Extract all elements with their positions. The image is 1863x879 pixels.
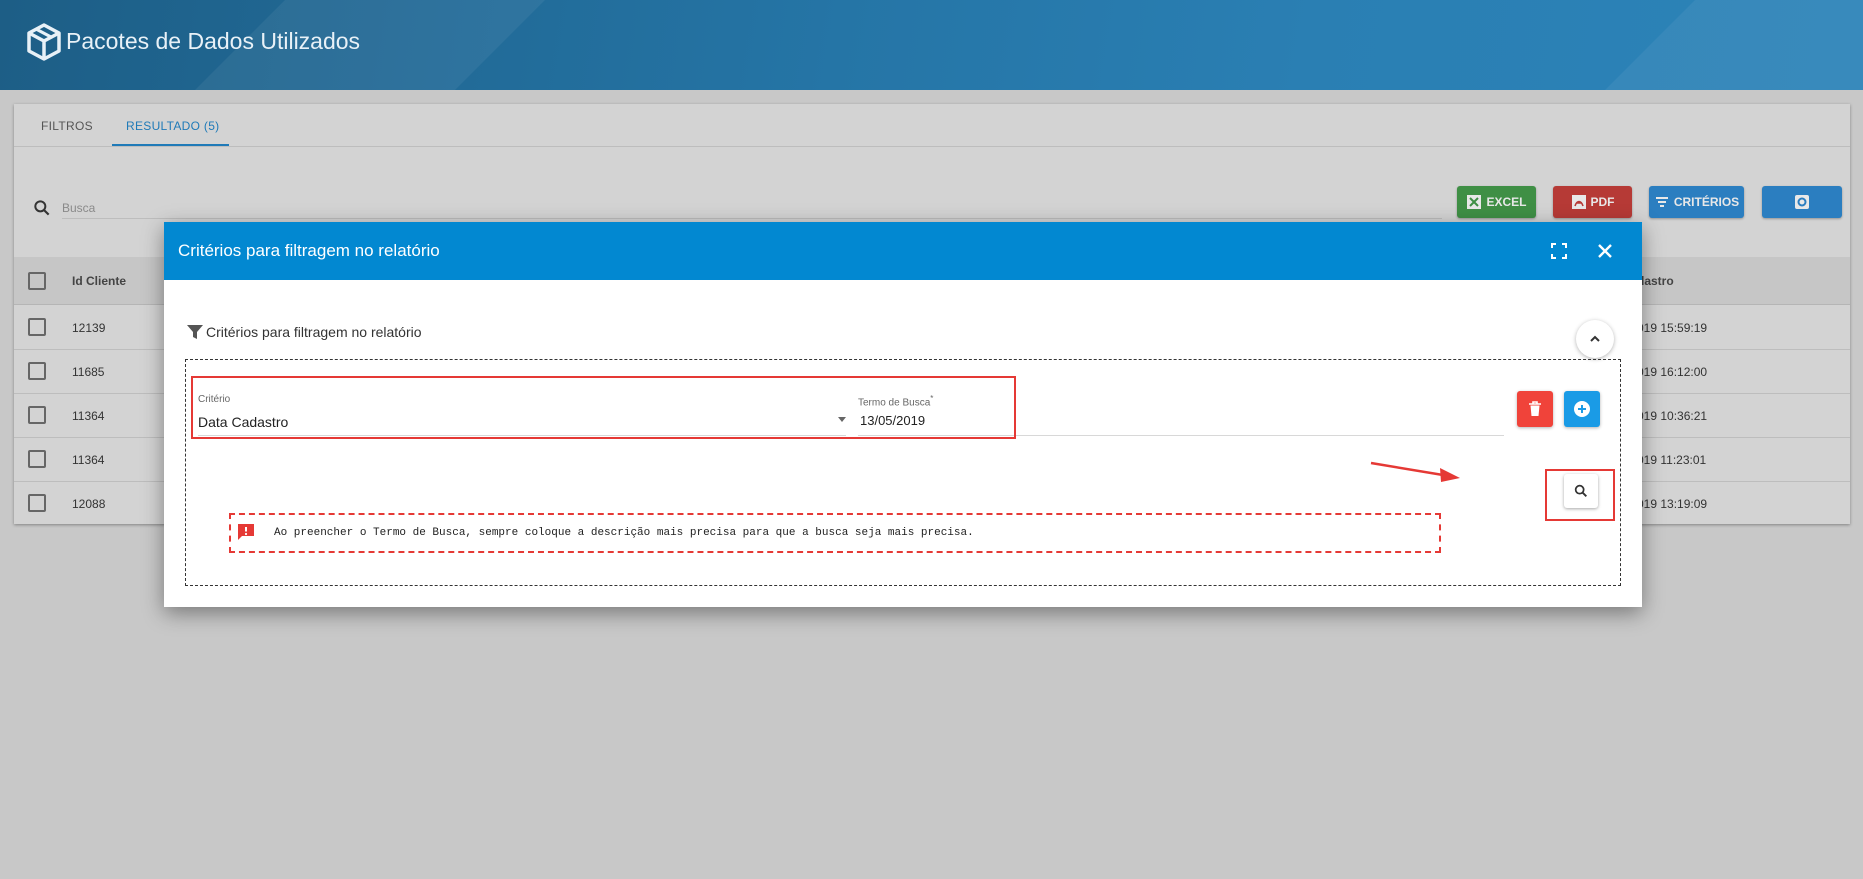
pdf-button-label: PDF xyxy=(1590,195,1615,209)
trash-icon xyxy=(1529,401,1541,416)
settings-button[interactable] xyxy=(1762,186,1842,218)
row-checkbox[interactable] xyxy=(28,494,46,512)
cell-data-cadastro: 019 10:36:21 xyxy=(1637,409,1708,423)
cell-data-cadastro: 019 15:59:19 xyxy=(1637,321,1708,335)
hint-text: Ao preencher o Termo de Busca, sempre co… xyxy=(274,527,974,539)
cell-data-cadastro: 019 13:19:09 xyxy=(1637,497,1708,511)
add-circle-icon xyxy=(1574,401,1590,417)
tab-resultado[interactable]: RESULTADO (5) xyxy=(126,119,219,133)
search-icon xyxy=(34,200,50,216)
excel-button-label: EXCEL xyxy=(1486,195,1527,209)
tab-filtros[interactable]: FILTROS xyxy=(41,119,93,133)
excel-icon xyxy=(1467,195,1482,209)
export-excel-button[interactable]: EXCEL xyxy=(1457,186,1536,218)
modal-header: Critérios para filtragem no relatório xyxy=(164,222,1642,280)
collapse-button[interactable] xyxy=(1576,320,1614,358)
row-checkbox[interactable] xyxy=(28,450,46,468)
header-decoration xyxy=(1605,0,1863,90)
row-checkbox[interactable] xyxy=(28,406,46,424)
section-header: Critérios para filtragem no relatório xyxy=(186,323,422,341)
chevron-up-icon xyxy=(1590,335,1600,342)
row-checkbox[interactable] xyxy=(28,362,46,380)
app-header: Pacotes de Dados Utilizados xyxy=(0,0,1863,90)
row-checkbox[interactable] xyxy=(28,318,46,336)
search-input[interactable] xyxy=(62,197,1442,219)
export-pdf-button[interactable]: PDF xyxy=(1553,186,1632,218)
search-button[interactable] xyxy=(1564,474,1598,508)
page-title: Pacotes de Dados Utilizados xyxy=(66,28,361,54)
box-icon xyxy=(27,23,61,61)
section-title: Critérios para filtragem no relatório xyxy=(206,324,422,340)
column-header-data-cadastro[interactable]: dastro xyxy=(1637,274,1674,288)
close-icon[interactable] xyxy=(1595,241,1615,261)
delete-criterion-button[interactable] xyxy=(1517,391,1553,427)
criterios-button[interactable]: CRITÉRIOS xyxy=(1649,186,1744,218)
highlight-frame-fields xyxy=(191,376,1016,439)
tab-bar: FILTROS RESULTADO (5) xyxy=(14,104,1850,147)
filter-icon xyxy=(187,325,203,339)
cell-data-cadastro: 019 16:12:00 xyxy=(1637,365,1708,379)
select-all-checkbox[interactable] xyxy=(28,272,46,290)
add-criterion-button[interactable] xyxy=(1564,391,1600,427)
feedback-icon xyxy=(238,524,254,540)
modal-title: Critérios para filtragem no relatório xyxy=(178,241,440,260)
cell-id-cliente: 11685 xyxy=(72,365,105,379)
gear-icon xyxy=(1795,195,1809,209)
cell-id-cliente: 11364 xyxy=(72,409,105,423)
cell-id-cliente: 11364 xyxy=(72,453,105,467)
fullscreen-icon[interactable] xyxy=(1550,242,1568,260)
column-header-id-cliente[interactable]: Id Cliente xyxy=(72,274,126,288)
cell-id-cliente: 12139 xyxy=(72,321,106,335)
annotation-arrow xyxy=(1370,461,1460,482)
search-icon xyxy=(1574,484,1587,497)
active-tab-indicator xyxy=(112,144,229,146)
criteria-modal: Critérios para filtragem no relatório Cr… xyxy=(164,222,1642,607)
filter-list-icon xyxy=(1655,197,1668,207)
cell-id-cliente: 12088 xyxy=(72,497,106,511)
criterios-button-label: CRITÉRIOS xyxy=(1673,195,1740,209)
pdf-icon xyxy=(1571,195,1586,209)
